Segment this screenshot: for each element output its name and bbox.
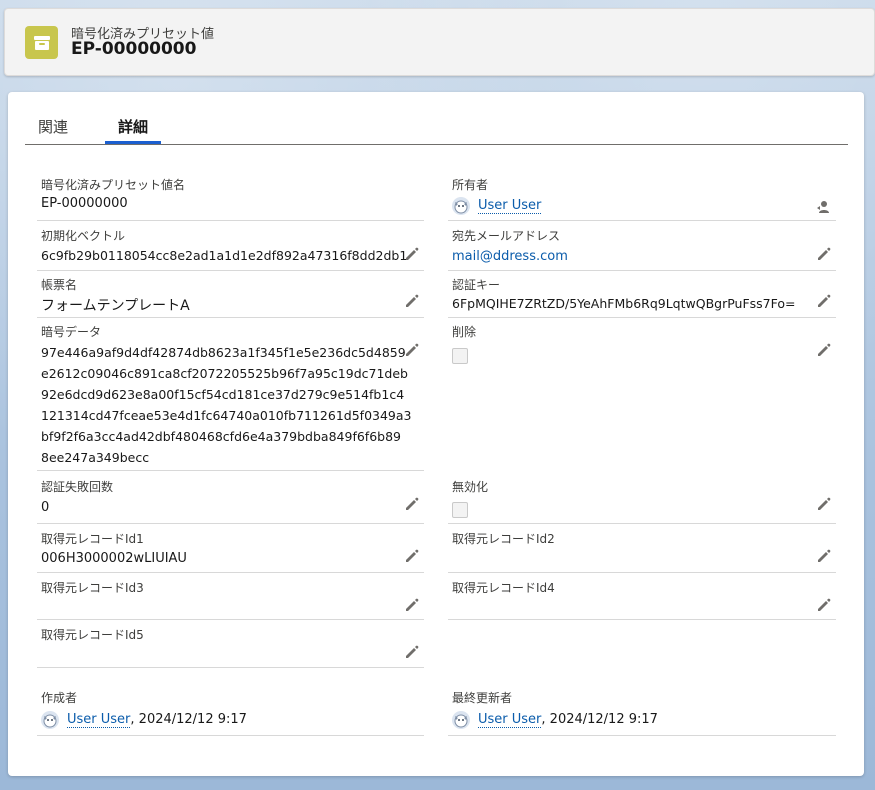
pencil-icon[interactable] xyxy=(816,496,832,512)
field-label: 無効化 xyxy=(452,480,489,494)
created-by-value: User User, 2024/12/12 9:17 xyxy=(67,712,247,728)
cipher-text: 97e446a9af9d4df42874db8623a1f345f1e5e236… xyxy=(41,342,412,468)
field-value: 6c9fb29b0118054cc8e2ad1a1d1e2df892a47316… xyxy=(41,248,408,263)
field-label: 帳票名 xyxy=(41,278,78,292)
change-owner-icon[interactable] xyxy=(816,199,832,215)
field-label: 削除 xyxy=(452,325,477,339)
pencil-icon[interactable] xyxy=(404,548,420,564)
field-label: 最終更新者 xyxy=(452,691,513,705)
pencil-icon[interactable] xyxy=(404,342,420,358)
field-cipher: 暗号データ 97e446a9af9d4df42874db8623a1f345f1… xyxy=(37,318,424,471)
record-detail-card: 関連 詳細 暗号化済みプリセット値名 EP-00000000 所有者 User … xyxy=(8,92,864,776)
pencil-icon[interactable] xyxy=(816,293,832,309)
cipher-line: 8ee247a349becc xyxy=(41,450,150,465)
field-owner: 所有者 User User xyxy=(448,170,836,221)
record-title: EP-00000000 xyxy=(71,39,197,59)
field-value: EP-00000000 xyxy=(41,196,128,211)
user-avatar-icon xyxy=(452,197,470,215)
field-value: 0 xyxy=(41,500,50,515)
field-label: 宛先メールアドレス xyxy=(452,229,561,243)
tab-related[interactable]: 関連 xyxy=(38,116,68,137)
field-deleted: 削除 xyxy=(448,318,836,378)
cipher-line: 121314cd47fceae53e4d1fc64740a010fb711261… xyxy=(41,408,412,423)
modified-by-user-link[interactable]: User User xyxy=(478,712,542,728)
active-tab-indicator xyxy=(105,141,161,144)
field-value: 6FpMQIHE7ZRtZD/5YeAhFMb6Rq9LqtwQBgrPuFss… xyxy=(452,296,796,311)
field-src4: 取得元レコードId4 xyxy=(448,573,836,620)
pencil-icon[interactable] xyxy=(816,342,832,358)
modified-by-value: User User, 2024/12/12 9:17 xyxy=(478,712,658,728)
pencil-icon[interactable] xyxy=(404,246,420,262)
field-src3: 取得元レコードId3 xyxy=(37,573,424,620)
cipher-line: 97e446a9af9d4df42874db8623a1f345f1e5e236… xyxy=(41,345,406,360)
field-label: 取得元レコードId3 xyxy=(41,581,144,595)
field-label: 取得元レコードId1 xyxy=(41,532,144,546)
deleted-checkbox xyxy=(452,348,468,364)
pencil-icon[interactable] xyxy=(816,548,832,564)
tab-details[interactable]: 詳細 xyxy=(118,116,148,137)
cipher-line: bf9f2f6a3cc4ad42dbf480468cfd6e4a379bdba8… xyxy=(41,429,401,444)
field-label: 認証失敗回数 xyxy=(41,480,114,494)
field-label: 取得元レコードId5 xyxy=(41,628,144,642)
field-value: フォームテンプレートA xyxy=(41,298,190,314)
field-value: 006H3000002wLIUIAU xyxy=(41,551,187,566)
field-modified-by: 最終更新者 User User, 2024/12/12 9:17 xyxy=(448,682,836,736)
field-iv: 初期化ベクトル 6c9fb29b0118054cc8e2ad1a1d1e2df8… xyxy=(37,221,424,271)
modified-datetime: , 2024/12/12 9:17 xyxy=(541,712,658,727)
pencil-icon[interactable] xyxy=(404,597,420,613)
field-src5: 取得元レコードId5 xyxy=(37,620,424,668)
field-src2: 取得元レコードId2 xyxy=(448,524,836,573)
created-by-user-link[interactable]: User User xyxy=(67,712,131,728)
pencil-icon[interactable] xyxy=(404,644,420,660)
email-link[interactable]: mail@ddress.com xyxy=(452,249,568,264)
field-label: 所有者 xyxy=(452,178,489,192)
tab-bar: 関連 詳細 xyxy=(25,92,848,145)
field-created-by: 作成者 User User, 2024/12/12 9:17 xyxy=(37,682,424,736)
field-label: 取得元レコードId2 xyxy=(452,532,555,546)
field-label: 暗号化済みプリセット値名 xyxy=(41,178,186,192)
record-header: 暗号化済みプリセット値 EP-00000000 xyxy=(4,8,875,76)
field-email: 宛先メールアドレス mail@ddress.com xyxy=(448,221,836,271)
created-datetime: , 2024/12/12 9:17 xyxy=(130,712,247,727)
disabled-checkbox xyxy=(452,502,468,518)
archive-box-icon xyxy=(25,26,58,59)
field-label: 取得元レコードId4 xyxy=(452,581,555,595)
field-disabled: 無効化 xyxy=(448,471,836,524)
cipher-line: e2612c09046c891ca8cf2072205525b96f7a95c1… xyxy=(41,366,408,381)
cipher-line: 92e6dcd9d623e8a00f15cf54cd181ce37d279c9e… xyxy=(41,387,405,402)
owner-link[interactable]: User User xyxy=(478,198,542,214)
field-name: 暗号化済みプリセット値名 EP-00000000 xyxy=(37,170,424,221)
field-src1: 取得元レコードId1 006H3000002wLIUIAU xyxy=(37,524,424,573)
field-label: 初期化ベクトル xyxy=(41,229,126,243)
field-authkey: 認証キー 6FpMQIHE7ZRtZD/5YeAhFMb6Rq9LqtwQBgr… xyxy=(448,271,836,318)
field-label: 暗号データ xyxy=(41,325,102,339)
pencil-icon[interactable] xyxy=(816,246,832,262)
user-avatar-icon xyxy=(452,711,470,729)
user-avatar-icon xyxy=(41,711,59,729)
field-authfail: 認証失敗回数 0 xyxy=(37,471,424,524)
owner-name[interactable]: User User xyxy=(478,198,542,214)
pencil-icon[interactable] xyxy=(816,597,832,613)
pencil-icon[interactable] xyxy=(404,293,420,309)
field-label: 作成者 xyxy=(41,691,78,705)
pencil-icon[interactable] xyxy=(404,496,420,512)
field-form: 帳票名 フォームテンプレートA xyxy=(37,271,424,318)
field-label: 認証キー xyxy=(452,278,501,292)
